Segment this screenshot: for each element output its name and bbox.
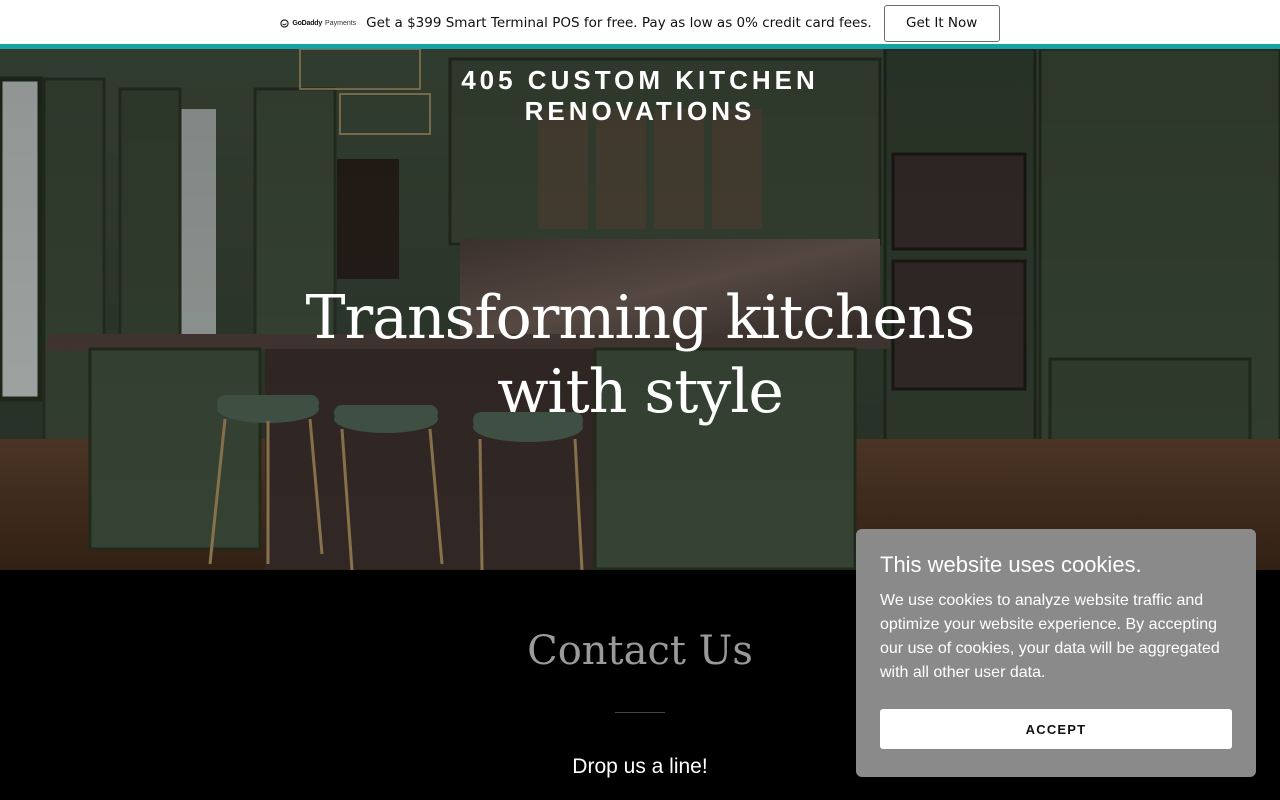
promo-banner: GoDaddy Payments Get a $399 Smart Termin… [0,0,1280,46]
contact-divider [615,712,665,713]
godaddy-payments-logo: GoDaddy Payments [280,18,357,28]
logo-brand: GoDaddy [292,19,323,27]
accept-cookies-button[interactable]: ACCEPT [880,709,1232,749]
hero-section: 405 CUSTOM KITCHEN RENOVATIONS Transform… [0,49,1280,570]
cookie-title: This website uses cookies. [880,552,1142,577]
get-it-now-button[interactable]: Get It Now [883,4,1000,42]
site-title[interactable]: 405 CUSTOM KITCHEN RENOVATIONS [0,65,1280,127]
cookie-body: We use cookies to analyze website traffi… [880,592,1220,681]
godaddy-logo-icon [280,18,289,28]
promo-message: Get a $399 Smart Terminal POS for free. … [366,15,872,31]
site-title-line2: RENOVATIONS [524,96,756,126]
site-title-line1: 405 CUSTOM KITCHEN [461,65,819,95]
cookie-dialog: This website uses cookies. We use cookie… [856,529,1256,777]
logo-sub: Payments [325,19,357,27]
hero-headline: Transforming kitchens with style [305,283,976,427]
